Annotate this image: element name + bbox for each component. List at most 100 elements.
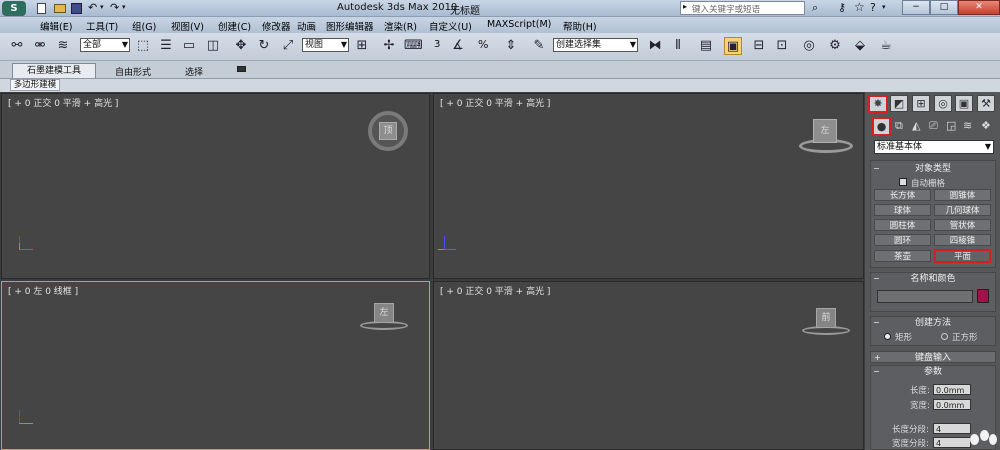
box-button[interactable]: 长方体 xyxy=(874,189,931,201)
graphite-tools-icon[interactable]: ▣ xyxy=(724,37,742,55)
viewport-top[interactable]: [ + 0 正交 0 平滑 + 高光 ] 顶 xyxy=(1,93,430,279)
spacewarps-category-icon[interactable]: ≋ xyxy=(963,119,972,132)
redo-dropdown-icon[interactable]: ▾ xyxy=(122,3,126,11)
align-icon[interactable]: ⫴ xyxy=(669,37,687,55)
object-name-field[interactable] xyxy=(877,290,973,303)
ribbon-toggle-icon[interactable] xyxy=(237,66,246,72)
keyboard-entry-header[interactable]: + 键盘输入 xyxy=(870,351,996,363)
binoculars-icon[interactable]: ⌕ xyxy=(812,1,818,15)
viewcube[interactable]: 左 xyxy=(360,303,408,333)
redo-icon[interactable]: ↷ xyxy=(110,1,119,14)
ribbon-panel-polygon-modeling[interactable]: 多边形建模 xyxy=(10,79,60,91)
menu-edit[interactable]: 编辑(E) xyxy=(40,19,72,33)
teapot-button[interactable]: 茶壶 xyxy=(874,250,931,262)
width-segments-spinner[interactable]: 4 xyxy=(933,437,971,448)
link-icon[interactable]: ⚯ xyxy=(8,37,26,55)
keyboard-shortcut-icon[interactable]: ⌨ xyxy=(404,37,423,55)
tube-button[interactable]: 管状体 xyxy=(934,219,991,231)
edit-named-selection-icon[interactable]: ✎ xyxy=(530,37,548,55)
mirror-icon[interactable]: ⧓ xyxy=(646,37,664,55)
unlink-icon[interactable]: ⚮ xyxy=(31,37,49,55)
motion-tab-icon[interactable]: ◎ xyxy=(934,95,952,112)
menu-maxscript[interactable]: MAXScript(M) xyxy=(487,19,551,30)
scale-icon[interactable]: ⤢ xyxy=(279,37,297,55)
key-icon[interactable]: ⚷ xyxy=(838,1,846,14)
bind-spacewarp-icon[interactable]: ≋ xyxy=(54,37,72,55)
angle-snap-icon[interactable]: ∡ xyxy=(449,37,467,55)
lights-category-icon[interactable]: ◭ xyxy=(912,119,920,132)
curve-editor-icon[interactable]: ⊟ xyxy=(750,37,768,55)
cameras-category-icon[interactable]: ⎚ xyxy=(929,119,938,133)
named-selection-dropdown[interactable]: 创建选择集 ▼ xyxy=(553,38,638,52)
ribbon-tab-selection[interactable]: 选择 xyxy=(185,65,203,78)
menu-modifiers[interactable]: 修改器 xyxy=(262,19,291,33)
menu-rendering[interactable]: 渲染(R) xyxy=(384,19,417,33)
select-object-icon[interactable]: ⬚ xyxy=(134,37,152,55)
star-icon[interactable]: ☆ xyxy=(854,0,865,14)
pyramid-button[interactable]: 四棱锥 xyxy=(934,234,991,246)
move-icon[interactable]: ✥ xyxy=(232,37,250,55)
viewport-label[interactable]: [ + 0 左 0 线框 ] xyxy=(8,284,78,297)
percent-snap-label[interactable]: % xyxy=(478,38,488,51)
object-category-dropdown[interactable]: 标准基本体 ▼ xyxy=(874,140,994,154)
name-color-header[interactable]: − 名称和颜色 xyxy=(870,273,996,285)
viewport-label[interactable]: [ + 0 正交 0 平滑 + 高光 ] xyxy=(440,284,550,297)
viewcube[interactable]: 左 xyxy=(799,119,853,157)
save-file-icon[interactable] xyxy=(71,3,82,14)
layer-manager-icon[interactable]: ▤ xyxy=(697,37,715,55)
undo-icon[interactable]: ↶ xyxy=(88,1,97,14)
plane-button[interactable]: 平面 xyxy=(934,249,991,263)
menu-help[interactable]: 帮助(H) xyxy=(563,19,597,33)
viewport-left[interactable]: [ + 0 左 0 线框 ] 左 xyxy=(1,281,430,450)
render-frame-icon[interactable]: ⬙ xyxy=(851,37,869,55)
help-icon[interactable]: ? xyxy=(870,1,876,14)
geosphere-button[interactable]: 几何球体 xyxy=(934,204,991,216)
display-tab-icon[interactable]: ▣ xyxy=(955,95,973,112)
menu-group[interactable]: 组(G) xyxy=(132,19,156,33)
spinner-snap-icon[interactable]: ⇕ xyxy=(502,37,520,55)
undo-dropdown-icon[interactable]: ▾ xyxy=(100,3,104,11)
rotate-icon[interactable]: ↻ xyxy=(255,37,273,55)
cone-button[interactable]: 圆锥体 xyxy=(934,189,991,201)
menu-graph-editors[interactable]: 图形编辑器 xyxy=(326,19,374,33)
viewport-perspective[interactable]: [ + 0 正交 0 平滑 + 高光 ] 左 xyxy=(433,93,864,279)
geometry-category-icon[interactable]: ● xyxy=(872,117,891,136)
schematic-view-icon[interactable]: ⊡ xyxy=(773,37,791,55)
menu-customize[interactable]: 自定义(U) xyxy=(429,19,472,33)
viewport-front[interactable]: [ + 0 正交 0 平滑 + 高光 ] 前 xyxy=(433,281,864,450)
viewcube[interactable]: 顶 xyxy=(368,111,408,151)
material-editor-icon[interactable]: ◎ xyxy=(800,37,818,55)
sphere-button[interactable]: 球体 xyxy=(874,204,931,216)
menu-animation[interactable]: 动画 xyxy=(297,19,316,33)
window-crossing-icon[interactable]: ◫ xyxy=(204,37,222,55)
autogrid-checkbox[interactable] xyxy=(899,178,907,186)
shapes-category-icon[interactable]: ⧉ xyxy=(895,119,903,133)
viewport-label[interactable]: [ + 0 正交 0 平滑 + 高光 ] xyxy=(8,96,118,109)
cylinder-button[interactable]: 圆柱体 xyxy=(874,219,931,231)
help-dropdown-icon[interactable]: ▾ xyxy=(882,3,886,11)
length-spinner[interactable]: 0.0mm xyxy=(933,384,971,395)
creation-method-header[interactable]: − 创建方法 xyxy=(870,317,996,329)
minimize-button[interactable]: − xyxy=(902,0,930,15)
modify-tab-icon[interactable]: ◩ xyxy=(890,95,908,112)
render-production-icon[interactable]: ☕ xyxy=(877,37,895,55)
systems-category-icon[interactable]: ❖ xyxy=(981,119,991,132)
viewcube[interactable]: 前 xyxy=(802,308,850,338)
menu-views[interactable]: 视图(V) xyxy=(171,19,204,33)
length-segments-spinner[interactable]: 4 xyxy=(933,423,971,434)
utilities-tab-icon[interactable]: ⚒ xyxy=(977,95,995,112)
maximize-button[interactable]: □ xyxy=(930,0,958,15)
viewport-label[interactable]: [ + 0 正交 0 平滑 + 高光 ] xyxy=(440,96,550,109)
rectangle-radio[interactable] xyxy=(884,333,891,340)
select-by-name-icon[interactable]: ☰ xyxy=(157,37,175,55)
reference-coordinate-dropdown[interactable]: 视图 ▼ xyxy=(302,38,349,52)
select-manipulate-icon[interactable]: ✢ xyxy=(380,37,398,55)
new-file-icon[interactable] xyxy=(37,3,46,14)
menu-tools[interactable]: 工具(T) xyxy=(86,19,118,33)
menu-create[interactable]: 创建(C) xyxy=(218,19,251,33)
app-logo-icon[interactable]: S xyxy=(2,1,26,16)
parameters-header[interactable]: − 参数 xyxy=(870,366,996,378)
snap-toggle-label[interactable]: 3 xyxy=(434,39,440,50)
close-button[interactable]: ✕ xyxy=(958,0,1000,15)
helpers-category-icon[interactable]: ◲ xyxy=(946,119,956,132)
